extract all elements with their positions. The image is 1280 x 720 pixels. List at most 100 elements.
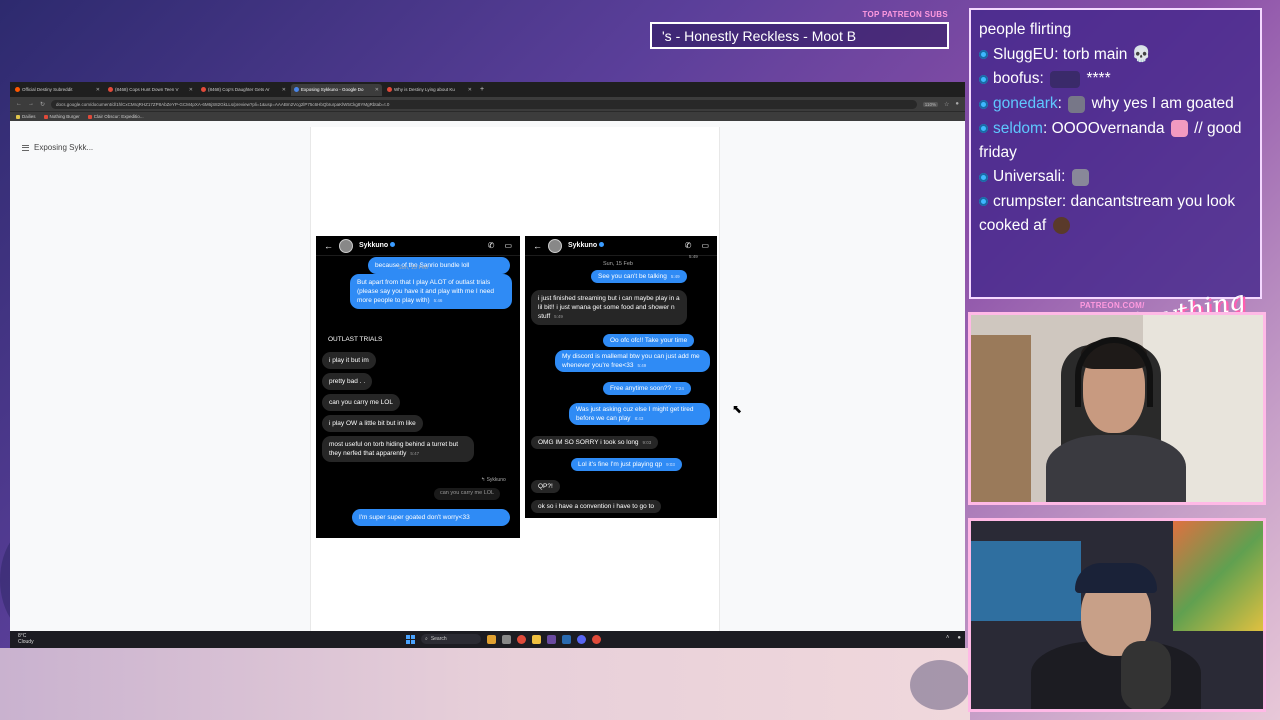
chrome-icon[interactable] xyxy=(592,634,601,644)
reddit-icon xyxy=(15,87,20,92)
new-tab-button[interactable]: + xyxy=(480,86,484,93)
browser-tab-active[interactable]: Exposing Sykkuno - Google Do ✕ xyxy=(291,83,382,96)
message-bubble: QP?! xyxy=(531,480,560,494)
close-icon[interactable]: ✕ xyxy=(96,87,100,93)
message-text: i play it but im xyxy=(329,357,369,364)
call-icons: ✆ ▭ xyxy=(685,241,709,250)
webcam-streamer xyxy=(968,312,1266,505)
message-time: 9:03 xyxy=(666,462,675,467)
chat-message: gonedark: why yes I am goated xyxy=(979,92,1252,116)
dm-screenshot-left: ← Sykkuno ✆ ▭ because of the Sanrio bundl… xyxy=(316,236,520,538)
message-time: 7:24 xyxy=(675,386,684,391)
message-time: 5:47 xyxy=(410,451,420,457)
message-bubble: My discord is mallemal btw you can just … xyxy=(555,350,710,373)
message-bubble: Oo ofc ofc!! Take your time xyxy=(603,334,695,348)
app-icon[interactable] xyxy=(547,634,556,644)
youtube-icon xyxy=(108,87,113,92)
star-icon[interactable]: ☆ xyxy=(944,101,949,108)
taskbar-apps: ⌕ Search xyxy=(406,634,601,644)
chat-message: seldom: OOOOvernanda // good friday xyxy=(979,119,1242,161)
mic-icon[interactable]: ● xyxy=(957,635,961,641)
zoom-badge[interactable]: 110% xyxy=(922,101,938,107)
message-bubble: ok so i have a convention i have to go t… xyxy=(531,500,661,514)
close-icon[interactable]: ✕ xyxy=(282,87,286,93)
message-time: 5:49 xyxy=(670,274,680,279)
quoted-message: can you carry me LOL xyxy=(434,488,501,500)
bookmark-label: Clair Obscur: Expeditio... xyxy=(93,114,144,119)
url-field[interactable]: docs.google.com/document/d/1hlCxCMrqRHZ1… xyxy=(51,99,917,109)
browser-window: Official Destiny Subreddit ✕ (8468) Cops … xyxy=(10,82,965,648)
chat-text: OOOOvernanda xyxy=(1051,119,1165,137)
phone-icon: ✆ xyxy=(487,241,495,250)
discord-icon[interactable] xyxy=(577,634,586,644)
bookmark-item[interactable]: Clair Obscur: Expeditio... xyxy=(87,114,144,119)
headphones-icon xyxy=(1075,337,1153,407)
back-icon[interactable]: ← xyxy=(16,101,22,107)
bookmark-item[interactable]: Dailies xyxy=(16,114,36,119)
tab-title: (8468) Cop's Daughter Gets Ar xyxy=(208,87,270,92)
app-icon[interactable] xyxy=(487,634,496,644)
system-tray: ˄ ● xyxy=(946,635,961,641)
browser-tab[interactable]: Why is Destiny Lying about Ku ✕ xyxy=(384,84,475,96)
reply-label: ↰ Sykkuno xyxy=(481,477,506,483)
avatar xyxy=(548,238,562,253)
youtube-icon xyxy=(43,114,48,119)
tab-title: Official Destiny Subreddit xyxy=(22,87,73,92)
video-icon: ▭ xyxy=(701,241,709,250)
tab-bar: Official Destiny Subreddit ✕ (8468) Cops … xyxy=(10,82,965,97)
chat-username: seldom xyxy=(993,119,1043,137)
app-icon[interactable] xyxy=(502,634,511,644)
document-outline[interactable]: Exposing Sykk... xyxy=(22,143,93,152)
chevron-up-icon[interactable]: ˄ xyxy=(946,635,950,641)
tab-title: Exposing Sykkuno - Google Do xyxy=(301,87,364,92)
back-arrow-icon: ← xyxy=(533,240,542,251)
steam-icon[interactable] xyxy=(562,634,571,644)
message-time: 5:46 xyxy=(433,298,443,304)
close-icon[interactable]: ✕ xyxy=(375,87,379,93)
back-arrow-icon: ← xyxy=(324,240,333,251)
windows-start-icon[interactable] xyxy=(406,634,415,644)
reply-name: Sykkuno xyxy=(486,477,506,483)
chat-text: torb main xyxy=(1062,45,1128,63)
shelf xyxy=(971,541,1081,621)
message-bubble: i just finished streaming but i can mayb… xyxy=(531,290,687,326)
address-bar: ← → ↻ docs.google.com/document/d/1hlCxCM… xyxy=(10,97,965,111)
date-separator: Sun, 15 Feb xyxy=(398,265,428,271)
verified-icon xyxy=(599,242,605,247)
close-icon[interactable]: ✕ xyxy=(468,87,472,93)
browser-icon[interactable] xyxy=(517,634,526,644)
message-text: Free anytime soon?? xyxy=(610,385,672,392)
stream-background xyxy=(0,648,970,720)
person-body xyxy=(1046,435,1186,502)
message-text: OUTLAST TRIALS xyxy=(328,336,383,343)
profile-icon[interactable]: ● xyxy=(955,101,959,107)
message-bubble: i play OW a little bit but im like xyxy=(322,415,423,433)
message-bubble: Lol it's fine I'm just playing qp 9:03 xyxy=(571,458,682,472)
message-text: Oo ofc ofc!! Take your time xyxy=(610,337,688,344)
palm-decoration xyxy=(910,660,970,710)
chat-text: **** xyxy=(1086,70,1111,88)
badge-icon xyxy=(979,172,988,182)
browser-tab[interactable]: (8468) Cop's Daughter Gets Ar ✕ xyxy=(198,84,289,96)
message-text: most useful on torb hiding behind a turr… xyxy=(329,441,458,458)
browser-tab[interactable]: Official Destiny Subreddit ✕ xyxy=(12,84,103,96)
taskbar-search[interactable]: ⌕ Search xyxy=(421,634,481,644)
message-text: can you carry me LOL xyxy=(329,399,393,406)
outline-label: Exposing Sykk... xyxy=(34,143,94,152)
message-time: 5:49 xyxy=(689,254,698,259)
message-text: My discord is mallemal btw you can just … xyxy=(562,353,700,370)
forward-icon[interactable]: → xyxy=(28,101,34,107)
message-bubble: See you can't be talking 5:49 xyxy=(591,270,687,284)
reload-icon[interactable]: ↻ xyxy=(40,101,45,108)
skull-emote-icon: 💀 xyxy=(1131,45,1152,63)
chat-message: SluggEU: torb main 💀 xyxy=(979,43,1252,67)
weather-widget[interactable]: 8°C Cloudy xyxy=(18,633,34,645)
chat-username: SluggEU xyxy=(993,45,1055,63)
browser-tab[interactable]: (8468) Cops Hunt Down Teen V ✕ xyxy=(105,84,196,96)
chat-username: Universali xyxy=(993,168,1062,186)
close-icon[interactable]: ✕ xyxy=(189,87,193,93)
bookmark-item[interactable]: Nothing Burger xyxy=(43,114,80,119)
avatar xyxy=(339,238,353,253)
folder-icon[interactable] xyxy=(532,634,541,644)
contact-name-text: Sykkuno xyxy=(359,242,389,249)
